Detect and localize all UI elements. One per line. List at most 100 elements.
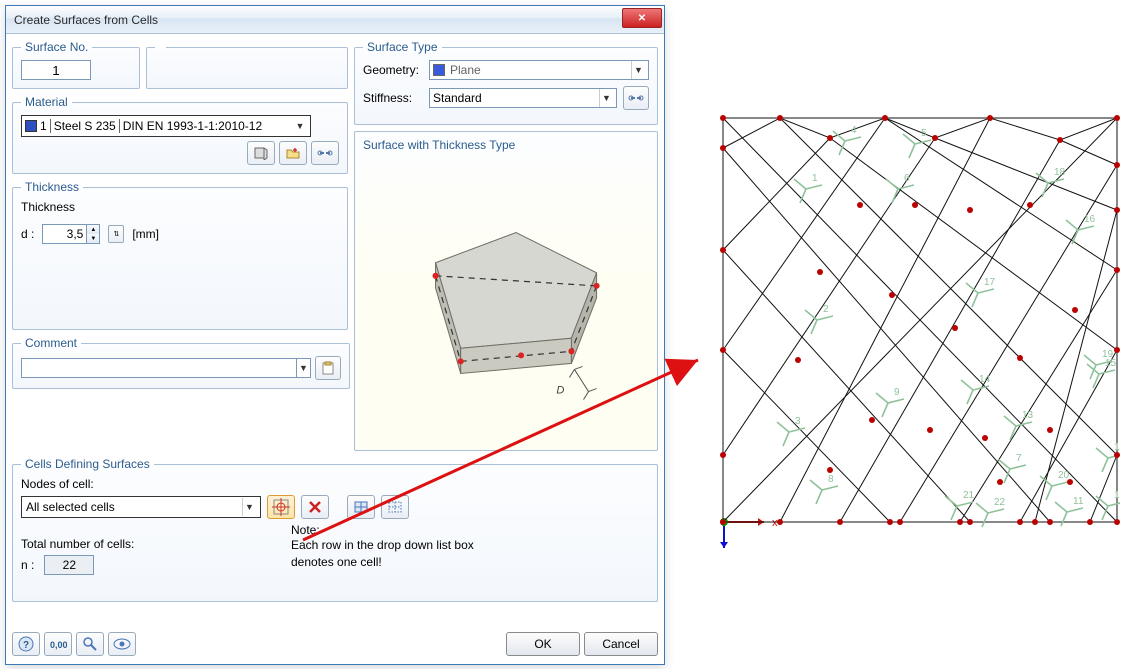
spin-up-icon[interactable]: ▲ [86, 225, 99, 234]
divider [119, 119, 120, 133]
select-none-button[interactable] [381, 495, 409, 519]
note-label: Note: [291, 523, 491, 537]
svg-text:9: 9 [894, 387, 900, 398]
material-combo[interactable]: 1 Steel S 235 DIN EN 1993-1-1:2010-12 ▼ [21, 115, 311, 137]
divider [50, 119, 51, 133]
dialog-window: Create Surfaces from Cells ✕ Surface No. [5, 5, 665, 665]
local-axis-9: 9 [876, 387, 904, 417]
material-group: Material 1 Steel S 235 DIN EN 1993-1-1:2… [12, 95, 348, 174]
n-value: 22 [44, 555, 94, 575]
cells-defining-group: Cells Defining Surfaces Nodes of cell: A… [12, 457, 658, 602]
surface-no-input[interactable] [21, 60, 91, 80]
svg-text:18: 18 [1054, 167, 1066, 178]
note-text: Each row in the drop down list box denot… [291, 537, 491, 571]
clipboard-icon [320, 361, 336, 375]
model-viewport[interactable]: x z 123456789101112131415161718 [720, 110, 1120, 550]
help-button[interactable]: ? [12, 632, 40, 656]
links-icon [628, 91, 644, 105]
geometry-label: Geometry: [363, 63, 423, 77]
units-button[interactable]: 0,00 [44, 632, 72, 656]
close-icon: ✕ [638, 13, 646, 24]
dialog-footer: ? 0,00 OK Cancel [12, 632, 658, 656]
local-axis-1: 1 [794, 173, 822, 203]
select-all-button[interactable] [347, 495, 375, 519]
pick-cells-button[interactable] [267, 495, 295, 519]
delete-cell-button[interactable] [301, 495, 329, 519]
dialog-body: Surface No. Material 1 Steel S 235 [6, 34, 664, 608]
material-edit-button[interactable] [311, 141, 339, 165]
decimals-icon: 0,00 [49, 637, 67, 651]
geometry-combo[interactable]: Plane ▼ [429, 60, 649, 80]
n-label: n : [21, 558, 34, 572]
chevron-down-icon: ▼ [293, 117, 307, 135]
svg-text:14: 14 [979, 374, 991, 385]
comment-legend: Comment [21, 336, 81, 350]
svg-text:11: 11 [1073, 496, 1084, 507]
material-new-button[interactable] [279, 141, 307, 165]
svg-text:22: 22 [994, 497, 1006, 508]
nodes-of-cell-combo[interactable]: All selected cells ▼ [21, 496, 261, 518]
local-axis-17: 17 [966, 277, 996, 307]
material-index: 1 [40, 119, 47, 133]
chevron-down-icon: ▼ [599, 89, 613, 107]
svg-text:5: 5 [921, 128, 927, 139]
material-library-button[interactable] [247, 141, 275, 165]
svg-text:10: 10 [1114, 490, 1120, 501]
svg-text:0,00: 0,00 [50, 640, 67, 650]
svg-text:7: 7 [1016, 453, 1022, 464]
cancel-label: Cancel [602, 637, 639, 651]
visibility-button[interactable] [108, 632, 136, 656]
local-axis-14: 14 [961, 374, 991, 404]
thickness-preview-image: D [355, 152, 657, 474]
surface-no-extra [146, 40, 348, 89]
svg-text:16: 16 [1084, 214, 1096, 225]
local-axis-6: 6 [886, 173, 914, 203]
material-color-swatch [25, 120, 37, 132]
thickness-spinner[interactable]: ▲ ▼ [42, 224, 100, 244]
ok-button[interactable]: OK [506, 632, 580, 656]
stiffness-value: Standard [433, 91, 482, 105]
book-icon [253, 146, 269, 160]
local-axis-8: 8 [810, 474, 838, 504]
thickness-symbol: d : [21, 227, 34, 241]
delete-x-icon [308, 500, 322, 514]
eye-icon [113, 638, 131, 650]
chevron-down-icon: ▼ [631, 61, 645, 79]
surface-type-legend: Surface Type [363, 40, 442, 54]
svg-text:2: 2 [823, 304, 829, 315]
stiffness-edit-button[interactable] [623, 86, 649, 110]
close-button[interactable]: ✕ [622, 8, 662, 28]
surface-no-group: Surface No. [12, 40, 140, 89]
thickness-label: Thickness [21, 200, 339, 214]
stiffness-label: Stiffness: [363, 91, 423, 105]
thickness-stepper-button[interactable]: ⇅ [108, 225, 124, 243]
magnifier-icon [82, 636, 98, 652]
svg-text:4: 4 [851, 125, 857, 136]
local-axis-2: 2 [805, 304, 833, 334]
comment-combo[interactable]: ▼ [21, 358, 311, 378]
material-name: Steel S 235 [54, 119, 116, 133]
nodes-of-cell-value: All selected cells [26, 500, 242, 514]
stiffness-combo[interactable]: Standard ▼ [429, 88, 617, 108]
svg-text:3: 3 [795, 416, 801, 427]
model-graphic: x z 123456789101112131415161718 [720, 110, 1120, 550]
surface-type-group: Surface Type Geometry: Plane ▼ Stiffness… [354, 40, 658, 125]
local-axis-13: 13 [1004, 410, 1034, 440]
updown-icon: ⇅ [113, 230, 119, 238]
ok-label: OK [534, 637, 551, 651]
spin-down-icon[interactable]: ▼ [86, 234, 99, 243]
thickness-value[interactable] [43, 225, 85, 243]
cancel-button[interactable]: Cancel [584, 632, 658, 656]
material-legend: Material [21, 95, 72, 109]
local-axis-10: 10 [1096, 490, 1120, 520]
zoom-button[interactable] [76, 632, 104, 656]
svg-text:1: 1 [812, 173, 818, 184]
svg-text:12: 12 [1114, 442, 1120, 453]
title-bar[interactable]: Create Surfaces from Cells ✕ [6, 6, 664, 34]
axis-x-label: x [772, 517, 778, 529]
help-icon: ? [18, 636, 34, 652]
comment-pick-button[interactable] [315, 356, 341, 380]
links-icon [317, 146, 333, 160]
grid-icon [353, 500, 369, 514]
thickness-legend: Thickness [21, 180, 83, 194]
